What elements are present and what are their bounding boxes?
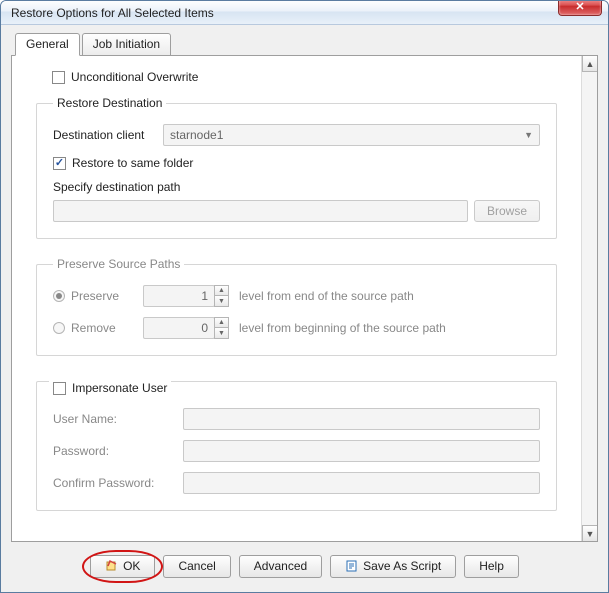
button-bar: OK Cancel Advanced Save As Script Help [11,542,598,582]
help-button[interactable]: Help [464,555,519,578]
close-icon: ✕ [575,0,584,13]
username-label: User Name: [53,412,183,426]
remove-label: Remove [71,321,143,335]
remove-hint: level from beginning of the source path [239,321,446,335]
tab-label: General [26,37,69,51]
confirm-password-row: Confirm Password: [53,472,540,494]
scroll-track[interactable] [582,72,597,525]
spin-up-button: ▲ [214,317,229,328]
spin-up-button: ▲ [214,285,229,296]
confirm-password-label: Confirm Password: [53,476,183,490]
impersonate-user-group: x Impersonate User User Name: Password: [36,374,557,511]
client-area: General Job Initiation Unconditional Ove… [1,25,608,592]
browse-label: Browse [487,204,527,218]
close-button[interactable]: ✕ [558,0,602,16]
remove-level-input: 0 [143,317,215,339]
remove-level-value: 0 [201,321,208,335]
password-row: Password: [53,440,540,462]
specify-path-label: Specify destination path [53,180,540,194]
unconditional-overwrite-row: Unconditional Overwrite [52,70,557,84]
destination-client-select[interactable]: starnode1 ▼ [163,124,540,146]
save-as-script-button[interactable]: Save As Script [330,555,456,578]
unconditional-overwrite-checkbox[interactable] [52,71,65,84]
tab-content: Unconditional Overwrite Restore Destinat… [12,56,581,541]
restore-same-folder-label: Restore to same folder [72,156,193,170]
vertical-scrollbar[interactable]: ▲ ▼ [581,56,597,541]
destination-client-value: starnode1 [170,128,223,142]
preserve-hint: level from end of the source path [239,289,414,303]
spin-down-button: ▼ [214,328,229,339]
advanced-button[interactable]: Advanced [239,555,322,578]
destination-client-label: Destination client [53,128,163,142]
destination-client-row: Destination client starnode1 ▼ [53,124,540,146]
specify-path-input [53,200,468,222]
help-label: Help [479,559,504,573]
preserve-source-paths-group: Preserve Source Paths Preserve 1 ▲ ▼ [36,257,557,356]
preserve-level-input: 1 [143,285,215,307]
ok-icon [105,559,119,573]
impersonate-user-checkbox[interactable] [53,382,66,395]
confirm-password-input [183,472,540,494]
restore-same-folder-checkbox[interactable] [53,157,66,170]
restore-destination-group: Restore Destination Destination client s… [36,96,557,239]
browse-button: Browse [474,200,540,222]
remove-level-spinner: 0 ▲ ▼ [143,317,229,339]
password-input [183,440,540,462]
titlebar: Restore Options for All Selected Items ✕ [1,1,608,25]
impersonate-legend-wrap: Impersonate User [49,381,171,395]
preserve-row: Preserve 1 ▲ ▼ level from end of the sou… [53,285,540,307]
ok-button[interactable]: OK [90,555,155,578]
remove-radio [53,322,65,334]
chevron-down-icon: ▼ [524,130,533,140]
tabstrip: General Job Initiation [11,33,598,56]
unconditional-overwrite-label: Unconditional Overwrite [71,70,198,84]
advanced-label: Advanced [254,559,307,573]
cancel-button[interactable]: Cancel [163,555,230,578]
spin-down-button: ▼ [214,296,229,307]
preserve-radio [53,290,65,302]
restore-destination-legend: Restore Destination [53,96,166,110]
username-input [183,408,540,430]
tab-label: Job Initiation [93,37,160,51]
restore-same-folder-row: Restore to same folder [53,156,540,170]
scroll-down-button[interactable]: ▼ [582,525,597,541]
password-label: Password: [53,444,183,458]
preserve-source-paths-legend: Preserve Source Paths [53,257,184,271]
tab-general[interactable]: General [15,33,80,56]
script-icon [345,559,359,573]
restore-options-dialog: Restore Options for All Selected Items ✕… [0,0,609,593]
preserve-level-value: 1 [201,289,208,303]
remove-row: Remove 0 ▲ ▼ level from beginning of the… [53,317,540,339]
window-title: Restore Options for All Selected Items [11,6,558,20]
cancel-label: Cancel [178,559,215,573]
impersonate-user-legend: Impersonate User [72,381,167,395]
preserve-label: Preserve [71,289,143,303]
save-as-script-label: Save As Script [363,559,441,573]
scroll-up-button[interactable]: ▲ [582,56,597,72]
ok-label: OK [123,559,140,573]
specify-path-row: Specify destination path Browse [53,180,540,222]
preserve-level-spinner: 1 ▲ ▼ [143,285,229,307]
username-row: User Name: [53,408,540,430]
tab-job-initiation[interactable]: Job Initiation [82,33,171,56]
tab-panel: Unconditional Overwrite Restore Destinat… [11,55,598,542]
